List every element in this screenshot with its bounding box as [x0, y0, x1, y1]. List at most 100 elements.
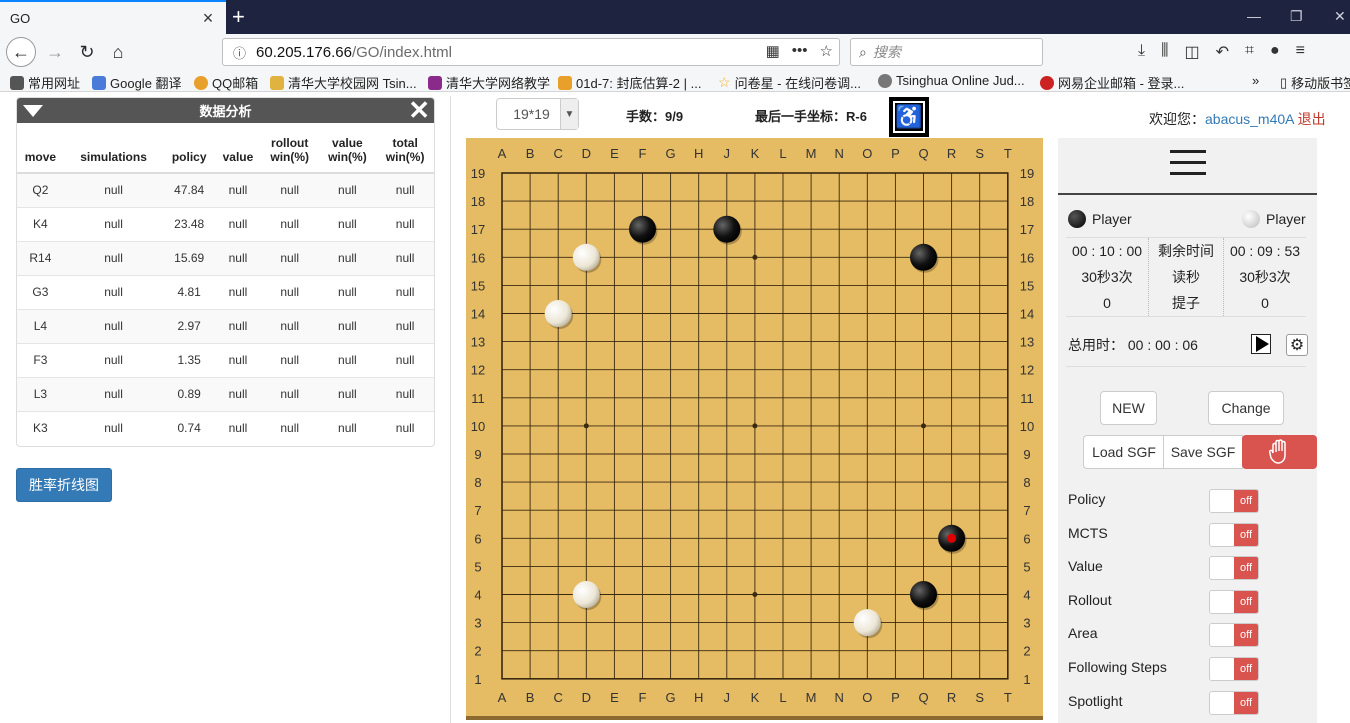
bookmark-item[interactable]: 网易企业邮箱 - 登录... [1040, 73, 1184, 92]
info-icon[interactable]: ⓘ [233, 43, 246, 62]
username-link[interactable]: abacus_m40A [1205, 111, 1294, 127]
forward-icon[interactable]: → [40, 38, 70, 66]
table-cell: null [215, 274, 261, 309]
row-label: 2 [1023, 644, 1030, 659]
bookmark-item[interactable]: ▯ 移动版书签 [1280, 73, 1350, 92]
toggle-switch[interactable]: off [1209, 690, 1259, 715]
white-player-label: Player [1266, 211, 1306, 227]
library-icon[interactable]: ⫼ [1161, 42, 1168, 62]
toggle-switch[interactable]: off [1209, 589, 1259, 614]
timer-grid: 00 : 10 : 00 30秒3次 0 剩余时间 读秒 提子 00 : 09 … [1066, 238, 1306, 316]
star-point [752, 423, 758, 429]
toggle-switch[interactable]: off [1209, 522, 1259, 547]
new-tab-button[interactable]: + [232, 4, 245, 30]
url-bar[interactable]: ⓘ 60.205.176.66/GO/index.html ▦ ••• ☆ [222, 38, 840, 66]
table-cell: 0.74 [163, 410, 216, 445]
separator [1066, 366, 1306, 367]
reload-icon[interactable]: ↻ [72, 38, 102, 66]
column-header: value [215, 123, 261, 174]
white-stone [572, 243, 600, 271]
column-label: A [498, 146, 507, 161]
chat-icon[interactable]: ● [1270, 42, 1280, 62]
bookmark-item[interactable]: 常用网址 [10, 73, 80, 92]
undo-icon[interactable]: ↶ [1216, 42, 1229, 62]
collapse-icon[interactable] [23, 105, 43, 117]
byoyomi-label: 读秒 [1172, 269, 1200, 285]
toggle-switch[interactable]: off [1209, 556, 1259, 581]
board-size-select[interactable]: 19*19 ▼ [496, 98, 579, 130]
table-row[interactable]: K3 null 0.74 null null null null [17, 410, 434, 445]
settings-button[interactable]: ⚙ [1286, 334, 1308, 356]
close-icon[interactable]: ✕ [408, 98, 430, 123]
new-game-button[interactable]: NEW [1100, 391, 1157, 425]
qr-code-icon[interactable]: ▦ [766, 42, 780, 60]
bookmark-item[interactable]: 清华大学网络教学 [428, 73, 550, 92]
row-label: 2 [474, 644, 481, 659]
bookmark-label: 网易企业邮箱 - 登录... [1058, 76, 1185, 91]
toggle-switch[interactable]: off [1209, 623, 1259, 648]
table-row[interactable]: Q2 null 47.84 null null null null [17, 172, 434, 207]
row-label: 11 [471, 391, 485, 406]
close-window-icon[interactable]: ✕ [1334, 8, 1346, 25]
download-icon[interactable]: ⤓ [1138, 42, 1145, 62]
home-icon[interactable]: ⌂ [103, 38, 133, 66]
board-canvas[interactable]: AABBCCDDEEFFGGHHJJKKLLMMNNOOPPQQRRSSTT1 1… [466, 138, 1043, 720]
load-sgf-button[interactable]: Load SGF [1083, 435, 1165, 469]
table-cell: null [260, 172, 319, 207]
row-label: 12 [1020, 363, 1034, 378]
bookmark-item[interactable]: ☆ 问卷星 - 在线问卷调... [718, 73, 861, 92]
bookmark-item[interactable]: QQ邮箱 [194, 73, 258, 92]
accessibility-button[interactable]: ♿ [889, 97, 929, 137]
back-icon[interactable]: ← [6, 37, 36, 67]
column-label: E [610, 146, 619, 161]
table-cell: null [63, 410, 164, 445]
table-cell: L3 [17, 376, 64, 411]
white-time: 00 : 09 : 53 [1229, 243, 1301, 259]
white-stone-icon [1242, 210, 1260, 228]
table-cell: 1.35 [163, 342, 216, 377]
winrate-chart-button[interactable]: 胜率折线图 [16, 468, 112, 502]
hamburger-menu-icon[interactable] [1170, 150, 1206, 183]
toggle-knob [1210, 557, 1235, 580]
logout-link[interactable]: 退出 [1298, 111, 1326, 127]
minimize-icon[interactable]: — [1247, 8, 1261, 24]
table-row[interactable]: R14 null 15.69 null null null null [17, 240, 434, 275]
bookmark-label: 常用网址 [28, 76, 81, 91]
bookmarks-overflow-icon[interactable]: » [1252, 73, 1259, 88]
toggle-switch[interactable]: off [1209, 657, 1259, 681]
go-board[interactable]: AABBCCDDEEFFGGHHJJKKLLMMNNOOPPQQRRSSTT11… [466, 138, 1043, 720]
table-row[interactable]: F3 null 1.35 null null null null [17, 342, 434, 377]
table-cell: null [376, 342, 434, 377]
sidebar-icon[interactable]: ◫ [1184, 42, 1199, 62]
table-row[interactable]: L4 null 2.97 null null null null [17, 308, 434, 343]
toggle-state: off [1234, 590, 1258, 613]
bookmark-item[interactable]: Tsinghua Online Jud... [878, 73, 1025, 88]
table-row[interactable]: K4 null 23.48 null null null null [17, 206, 434, 241]
toggle-switch[interactable]: off [1209, 489, 1259, 513]
bookmark-item[interactable]: 清华大学校园网 Tsin... [270, 73, 417, 92]
url-path: /GO/index.html [351, 43, 452, 61]
column-label: G [666, 146, 676, 161]
bookmark-star-icon[interactable]: ☆ [820, 42, 833, 60]
separator [1066, 316, 1306, 317]
save-sgf-button[interactable]: Save SGF [1163, 435, 1243, 469]
bookmark-item[interactable]: Google 翻译 [92, 73, 182, 92]
timer-labels: 剩余时间 读秒 提子 [1148, 238, 1224, 316]
table-cell: null [318, 240, 377, 275]
tab-close-icon[interactable]: × [200, 8, 216, 29]
table-row[interactable]: G3 null 4.81 null null null null [17, 274, 434, 309]
row-label: 6 [474, 531, 481, 546]
restore-icon[interactable]: ❐ [1290, 8, 1303, 25]
resign-button[interactable] [1242, 435, 1317, 469]
menu-icon[interactable]: ≡ [1296, 42, 1305, 62]
screenshot-icon[interactable]: ⌗ [1245, 42, 1254, 62]
bookmark-item[interactable]: 01d-7: 封底估算-2 | ... [558, 73, 701, 92]
page-actions-icon[interactable]: ••• [792, 42, 808, 60]
table-cell: null [215, 308, 261, 343]
table-row[interactable]: L3 null 0.89 null null null null [17, 376, 434, 411]
change-button[interactable]: Change [1208, 391, 1284, 425]
row-label: 10 [1020, 419, 1034, 434]
browser-tab[interactable]: GO × [0, 0, 226, 34]
search-input[interactable]: ⌕ 搜索 [850, 38, 1043, 66]
play-button[interactable] [1251, 334, 1271, 354]
